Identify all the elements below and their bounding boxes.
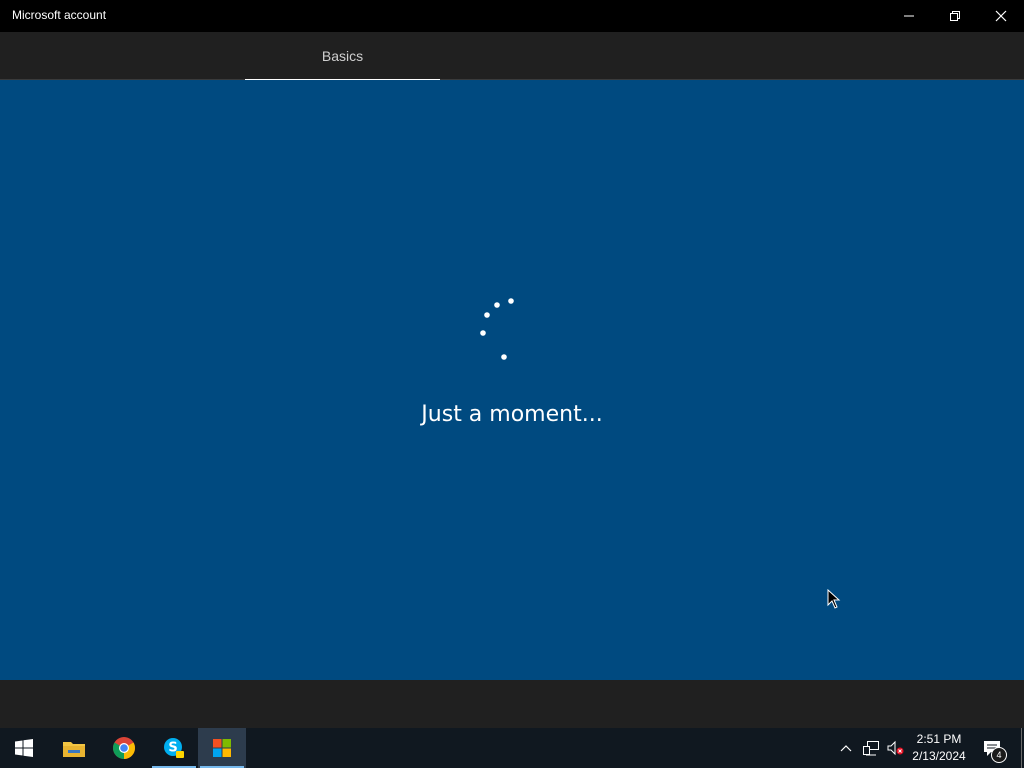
spinner-dot [494, 302, 500, 308]
show-desktop-button[interactable] [1018, 728, 1024, 768]
taskbar: S 2:51 PM 2/13/2024 [0, 728, 1024, 768]
spinner-dot [480, 330, 486, 336]
show-desktop-divider [1020, 728, 1022, 768]
footer-bar [0, 680, 1024, 728]
skype-button[interactable]: S [150, 728, 198, 768]
chrome-icon [113, 737, 135, 759]
microsoft-logo-icon [213, 739, 231, 757]
tab-basics[interactable]: Basics [245, 32, 440, 81]
tab-basics-label: Basics [321, 47, 364, 64]
chrome-button[interactable] [100, 728, 148, 768]
network-button[interactable] [860, 728, 882, 768]
notification-count-badge: 4 [991, 747, 1007, 763]
volume-button[interactable] [884, 728, 906, 768]
clock-time: 2:51 PM [916, 732, 962, 746]
skype-icon: S [164, 738, 184, 758]
folder-icon [63, 742, 85, 757]
restore-icon [950, 11, 960, 21]
spinner-dot [484, 312, 490, 318]
spinner-dot [501, 354, 507, 360]
start-button[interactable] [0, 728, 48, 768]
mouse-cursor-icon [827, 589, 841, 609]
volume-muted-icon [887, 740, 904, 756]
windows-logo-icon [15, 739, 33, 757]
network-icon [863, 741, 879, 756]
spinner-dot [508, 298, 514, 304]
close-button[interactable] [978, 0, 1024, 32]
status-message: Just a moment... [421, 402, 603, 427]
microsoft-store-button[interactable] [198, 728, 246, 768]
tab-bar: Basics [0, 32, 1024, 81]
loading-spinner-icon [480, 298, 514, 360]
file-explorer-button[interactable] [50, 728, 98, 768]
clock-button[interactable]: 2:51 PM 2/13/2024 [905, 731, 973, 765]
show-hidden-icons-button[interactable] [836, 728, 856, 768]
minimize-icon [904, 15, 914, 17]
restore-button[interactable] [932, 0, 978, 32]
window-titlebar: Microsoft account [0, 0, 1024, 32]
close-icon [995, 10, 1007, 22]
main-content: Just a moment... [0, 80, 1024, 680]
window-title: Microsoft account [12, 8, 107, 22]
clock-date: 2/13/2024 [912, 749, 966, 763]
chevron-up-icon [840, 745, 852, 752]
minimize-button[interactable] [886, 0, 932, 32]
